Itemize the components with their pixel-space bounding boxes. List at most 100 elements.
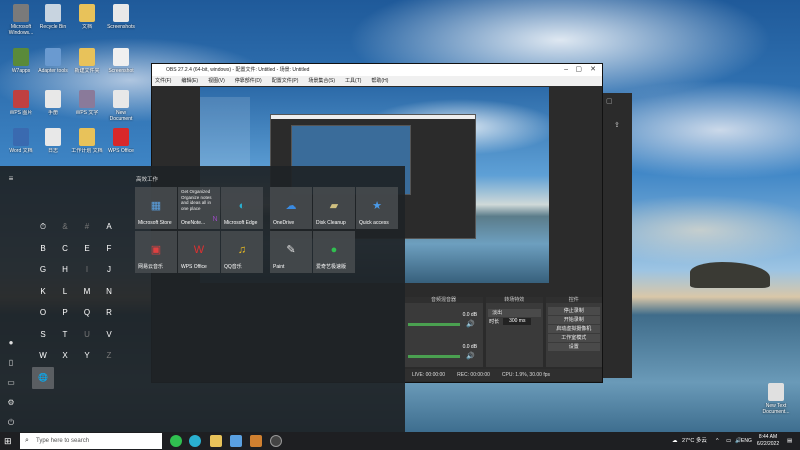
desktop-icon[interactable]: New Document (104, 90, 138, 122)
desktop-icon[interactable]: Word 文档 (4, 128, 38, 160)
menu-edit[interactable]: 编辑(E) (181, 76, 198, 86)
desktop-icon[interactable]: Microsoft Windows... (4, 4, 38, 36)
desktop-icon[interactable]: W7apps (4, 48, 38, 80)
disk-cleanup-icon: ▰ (329, 200, 339, 212)
letter-jump-8[interactable]: G (32, 259, 54, 281)
iqiyi-taskbar-icon[interactable] (170, 435, 182, 447)
file-explorer-icon[interactable] (210, 435, 222, 447)
desktop-icon[interactable]: Adapter tools (36, 48, 70, 80)
tile-qq-music[interactable]: ♫ QQ音乐 (221, 231, 263, 273)
letter-jump-12[interactable]: K (32, 281, 54, 303)
network-icon[interactable]: ▭ (726, 432, 731, 450)
letter-jump-13[interactable]: L (54, 281, 76, 303)
minimize-icon[interactable]: – (564, 64, 568, 76)
power-icon[interactable]: ⏻ (6, 418, 16, 428)
transition-select[interactable]: 淡出 (488, 309, 541, 317)
speaker-icon[interactable]: 🔊 (466, 320, 475, 328)
hamburger-menu-icon[interactable]: ≡ (6, 174, 16, 184)
letter-jump-5[interactable]: C (54, 238, 76, 260)
desktop-icon[interactable]: 日志 (36, 128, 70, 160)
menu-file[interactable]: 文件(F) (155, 76, 171, 86)
desktop-icon-label: Screenshots (107, 24, 135, 30)
letter-jump-3[interactable]: A (98, 216, 120, 238)
start-recording-button[interactable]: 开始录制 (547, 316, 600, 324)
pictures-icon[interactable]: ▭ (6, 378, 16, 388)
desktop-icon[interactable]: New Text Document... (759, 383, 793, 415)
desktop-icon[interactable]: Recycle Bin (36, 4, 70, 36)
volume-slider-1[interactable] (408, 323, 460, 326)
letter-jump-23[interactable]: V (98, 324, 120, 346)
letter-jump-26[interactable]: Y (76, 345, 98, 367)
notification-icon[interactable]: ▤ (787, 432, 792, 450)
obs-title-bar: OBS 27.2.4 (64-bit, windows) - 配置文件: Unt… (152, 64, 602, 76)
user-avatar-icon[interactable]: ● (6, 338, 16, 348)
clock[interactable]: 8:44 AM 6/22/2022 (752, 434, 784, 448)
letter-jump-18[interactable]: Q (76, 302, 98, 324)
edge-taskbar-icon[interactable] (189, 435, 201, 447)
close-icon[interactable]: ✕ (590, 64, 596, 76)
letter-jump-19[interactable]: R (98, 302, 120, 324)
tile-quick-access[interactable]: ★ Quick access (356, 187, 398, 229)
letter-jump-25[interactable]: X (54, 345, 76, 367)
desktop-icon[interactable]: WPS Office (104, 128, 138, 160)
letter-jump-17[interactable]: P (54, 302, 76, 324)
weather-text[interactable]: 27°C 多云 (682, 432, 707, 450)
desktop-icon[interactable]: 手册 (36, 90, 70, 122)
volume-slider-2[interactable] (408, 355, 460, 358)
desktop-icon[interactable]: 工作计划 文档 (70, 128, 104, 160)
letter-jump-14[interactable]: M (76, 281, 98, 303)
tile-onenote[interactable]: Get Organized Organize notes and ideas a… (178, 187, 220, 229)
app-taskbar-icon[interactable] (250, 435, 262, 447)
language-indicator[interactable]: ENG (741, 432, 752, 450)
desktop-icon[interactable]: 文档 (70, 4, 104, 36)
menu-view[interactable]: 视图(V) (208, 76, 225, 86)
letter-jump-0[interactable]: ⏱ (32, 216, 54, 238)
maximize-icon[interactable]: ▢ (575, 64, 582, 76)
tile-store[interactable]: ▦ Microsoft Store (135, 187, 177, 229)
stop-recording-button[interactable]: 停止录制 (547, 307, 600, 315)
letter-jump-6[interactable]: E (76, 238, 98, 260)
taskbar-search-box[interactable]: ⌕ Type here to search (20, 433, 162, 449)
settings-gear-icon[interactable]: ⚙ (6, 398, 16, 408)
letter-jump-9[interactable]: H (54, 259, 76, 281)
tile-onedrive[interactable]: ☁ OneDrive (270, 187, 312, 229)
settings-button[interactable]: 设置 (547, 343, 600, 351)
desktop-icon[interactable]: WPS 文字 (70, 90, 104, 122)
letter-jump-20[interactable]: S (32, 324, 54, 346)
tile-edge[interactable]: ◐ Microsoft Edge (221, 187, 263, 229)
weather-icon[interactable]: ☁ (672, 432, 678, 450)
desktop-icon[interactable]: 新建文件夹 (70, 48, 104, 80)
tile-iqiyi[interactable]: ● 爱奇艺极速版 (313, 231, 355, 273)
share-icon[interactable]: ⇪ (614, 121, 620, 129)
letter-jump-21[interactable]: T (54, 324, 76, 346)
studio-mode-button[interactable]: 工作室模式 (547, 334, 600, 342)
window-square-icon[interactable]: ▢ (606, 97, 613, 105)
desktop-icon[interactable]: Screenshots (104, 4, 138, 36)
letter-jump-11[interactable]: J (98, 259, 120, 281)
desktop-icon[interactable]: Screenshot (104, 48, 138, 80)
virtual-camera-button[interactable]: 启动虚拟摄像机 (547, 325, 600, 333)
store-taskbar-icon[interactable] (230, 435, 242, 447)
menu-scene-collection[interactable]: 场景集合(S) (308, 76, 335, 86)
tile-paint[interactable]: ✎ Paint (270, 231, 312, 273)
letter-jump-4[interactable]: B (32, 238, 54, 260)
letter-jump-7[interactable]: F (98, 238, 120, 260)
menu-help[interactable]: 帮助(H) (371, 76, 388, 86)
obs-taskbar-icon[interactable] (270, 435, 282, 447)
tray-chevron-icon[interactable]: ^ (716, 432, 719, 450)
menu-docks[interactable]: 停靠部件(D) (235, 76, 262, 86)
letter-jump-24[interactable]: W (32, 345, 54, 367)
windows-start-icon[interactable]: ⊞ (4, 436, 14, 446)
documents-icon[interactable]: ▯ (6, 358, 16, 368)
menu-profile[interactable]: 配置文件(P) (272, 76, 299, 86)
tile-disk-cleanup[interactable]: ▰ Disk Cleanup (313, 187, 355, 229)
menu-tools[interactable]: 工具(T) (345, 76, 361, 86)
letter-jump-16[interactable]: O (32, 302, 54, 324)
letter-jump-28[interactable]: 🌐 (32, 366, 54, 389)
tile-music[interactable]: ▣ 网易云音乐 (135, 231, 177, 273)
desktop-icon[interactable]: WPS 图片 (4, 90, 38, 122)
letter-jump-15[interactable]: N (98, 281, 120, 303)
speaker-icon[interactable]: 🔊 (466, 352, 475, 360)
tile-wps[interactable]: W WPS Office (178, 231, 220, 273)
duration-input[interactable]: 300 ms (503, 318, 532, 325)
